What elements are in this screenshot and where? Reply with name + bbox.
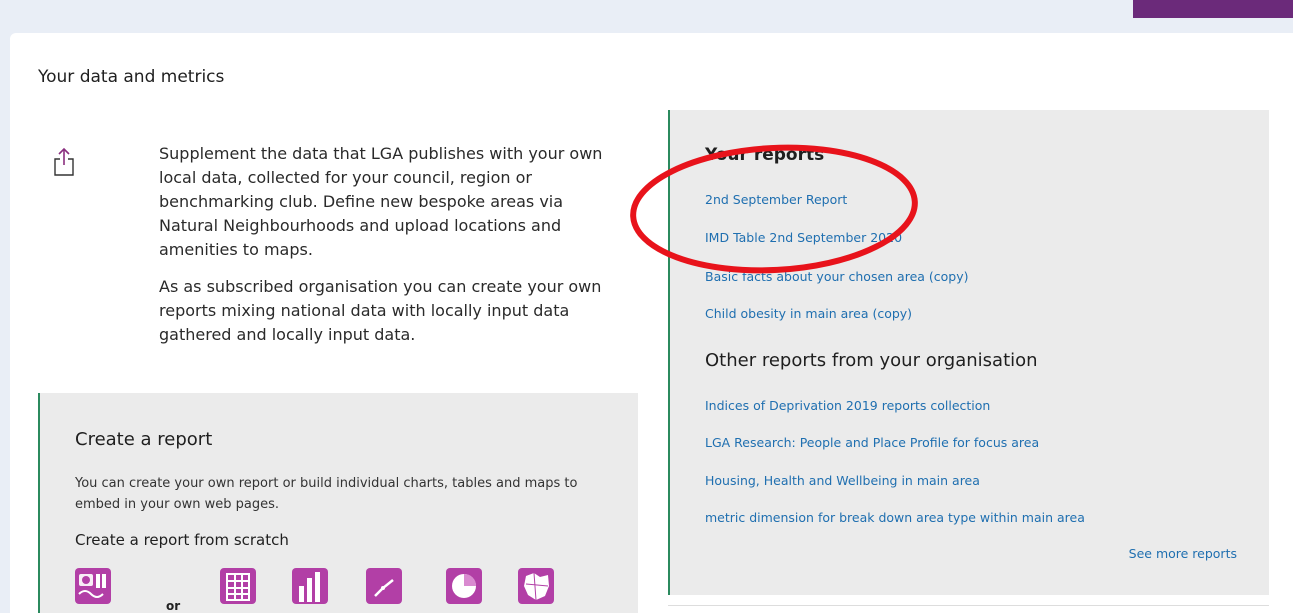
upload-icon — [53, 147, 75, 177]
create-report-title: Create a report — [75, 429, 213, 450]
other-report-link[interactable]: Indices of Deprivation 2019 reports coll… — [705, 398, 990, 413]
other-reports-title: Other reports from your organisation — [705, 350, 1038, 371]
bar-chart-icon[interactable] — [292, 568, 328, 604]
intro-paragraph-1: Supplement the data that LGA publishes w… — [159, 144, 603, 259]
other-report-link[interactable]: LGA Research: People and Place Profile f… — [705, 435, 1039, 450]
create-report-card: Create a report You can create your own … — [38, 393, 638, 613]
your-report-link[interactable]: IMD Table 2nd September 2020 — [705, 230, 902, 245]
create-from-scratch-title: Create a report from scratch — [75, 531, 289, 549]
your-report-link[interactable]: Basic facts about your chosen area (copy… — [705, 269, 969, 284]
top-accent-bar — [1133, 0, 1293, 18]
reports-panel: Your reports 2nd September Report IMD Ta… — [668, 110, 1269, 595]
report-template-icon[interactable] — [75, 568, 111, 604]
other-report-link[interactable]: Housing, Health and Wellbeing in main ar… — [705, 473, 980, 488]
your-reports-title: Your reports — [705, 145, 825, 165]
your-report-link[interactable]: Child obesity in main area (copy) — [705, 306, 912, 321]
section-title: Your data and metrics — [38, 67, 225, 87]
next-card-top — [668, 605, 1269, 613]
intro-paragraph-2: As as subscribed organisation you can cr… — [159, 277, 602, 344]
table-icon[interactable] — [220, 568, 256, 604]
other-report-link[interactable]: metric dimension for break down area typ… — [705, 510, 1085, 525]
line-chart-icon[interactable] — [366, 568, 402, 604]
intro-text: Supplement the data that LGA publishes w… — [159, 142, 619, 347]
pie-chart-icon[interactable] — [446, 568, 482, 604]
see-more-reports-link[interactable]: See more reports — [1129, 546, 1237, 561]
or-label: or — [166, 599, 181, 613]
your-report-link[interactable]: 2nd September Report — [705, 192, 847, 207]
map-icon[interactable] — [518, 568, 554, 604]
create-report-description: You can create your own report or build … — [75, 476, 578, 512]
